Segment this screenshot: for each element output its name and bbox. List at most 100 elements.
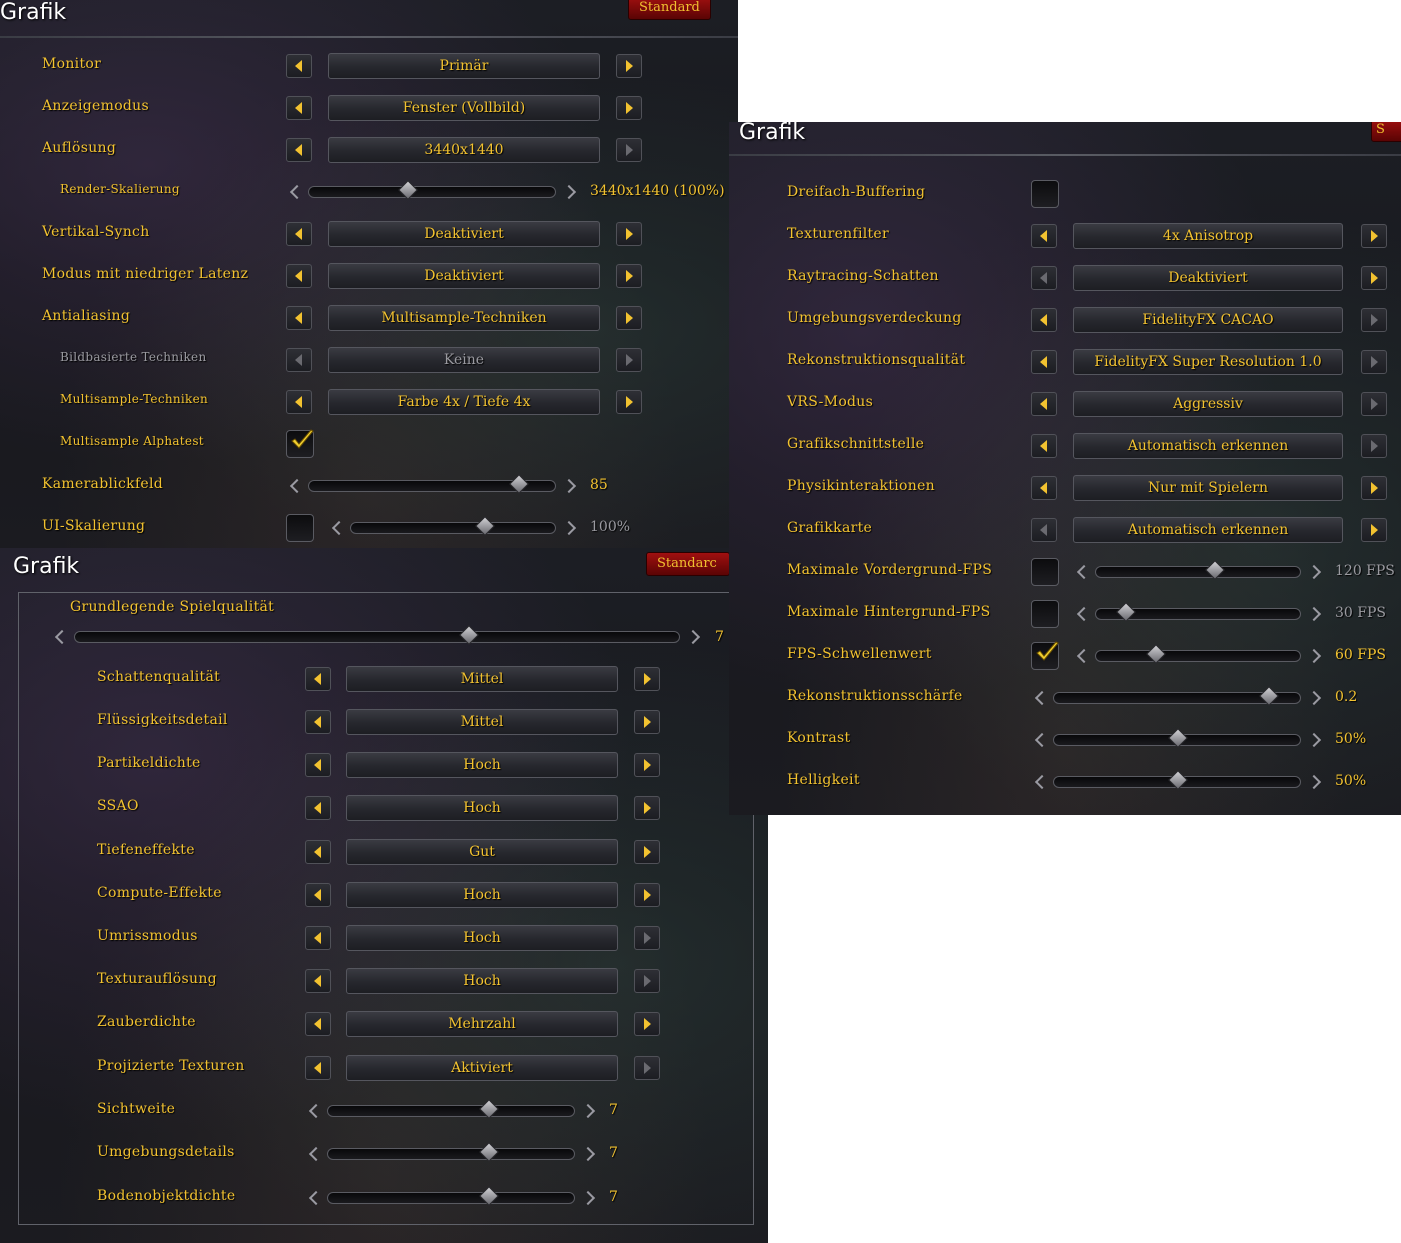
dropdown-anzeigemodus[interactable]: Fenster (Vollbild) <box>328 95 600 121</box>
checkbox-maximale-hintergrund-fps[interactable] <box>1031 600 1059 628</box>
dropdown-modus-mit-niedriger-latenz[interactable]: Deaktiviert <box>328 263 600 289</box>
arrow-right-button[interactable] <box>634 667 660 691</box>
arrow-right-button[interactable] <box>616 54 642 78</box>
arrow-left-button[interactable] <box>286 222 312 246</box>
dropdown-vertikal-synch[interactable]: Deaktiviert <box>328 221 600 247</box>
slider-maximale-vordergrund-fps[interactable] <box>1095 560 1301 580</box>
arrow-left-button[interactable] <box>286 54 312 78</box>
chevron-left-icon[interactable] <box>1034 732 1050 748</box>
arrow-right-button[interactable] <box>616 306 642 330</box>
chevron-left-icon[interactable] <box>1076 648 1092 664</box>
arrow-right-button[interactable] <box>616 390 642 414</box>
quality-slider[interactable] <box>74 625 680 645</box>
arrow-left-button[interactable] <box>1031 308 1057 332</box>
arrow-right-button[interactable] <box>1361 476 1387 500</box>
slider-fps-schwellenwert[interactable] <box>1095 644 1301 664</box>
chevron-left-icon[interactable] <box>289 478 305 494</box>
arrow-right-button[interactable] <box>634 710 660 734</box>
dropdown-grafikkarte[interactable]: Automatisch erkennen <box>1073 517 1343 543</box>
dropdown-texturenfilter[interactable]: 4x Anisotrop <box>1073 223 1343 249</box>
slider-bodenobjektdichte[interactable] <box>327 1186 575 1206</box>
arrow-right-button[interactable] <box>1361 518 1387 542</box>
dropdown-grafikschnittstelle[interactable]: Automatisch erkennen <box>1073 433 1343 459</box>
arrow-right-button[interactable] <box>1361 224 1387 248</box>
chevron-left-icon[interactable] <box>331 520 347 536</box>
arrow-left-button[interactable] <box>286 138 312 162</box>
arrow-right-button[interactable] <box>634 840 660 864</box>
dropdown-ssao[interactable]: Hoch <box>346 795 618 821</box>
arrow-left-button[interactable] <box>305 840 331 864</box>
dropdown-texturaufloesung[interactable]: Hoch <box>346 968 618 994</box>
chevron-left-icon[interactable] <box>308 1146 324 1162</box>
slider-thumb[interactable] <box>1146 644 1167 664</box>
arrow-left-button[interactable] <box>286 390 312 414</box>
chevron-right-icon[interactable] <box>1306 564 1322 580</box>
slider-umgebungsdetails[interactable] <box>327 1142 575 1162</box>
arrow-right-button[interactable] <box>1361 350 1387 374</box>
chevron-right-icon[interactable] <box>580 1103 596 1119</box>
chevron-left-icon[interactable] <box>308 1190 324 1206</box>
slider-thumb[interactable] <box>478 1186 499 1206</box>
arrow-right-button[interactable] <box>616 96 642 120</box>
arrow-left-button[interactable] <box>305 926 331 950</box>
arrow-right-button[interactable] <box>1361 434 1387 458</box>
dropdown-vrs-modus[interactable]: Aggressiv <box>1073 391 1343 417</box>
chevron-right-icon[interactable] <box>1306 690 1322 706</box>
defaults-button[interactable]: S <box>1371 122 1401 142</box>
dropdown-multisample-techniken[interactable]: Farbe 4x / Tiefe 4x <box>328 389 600 415</box>
dropdown-antialiasing[interactable]: Multisample-Techniken <box>328 305 600 331</box>
arrow-right-button[interactable] <box>634 926 660 950</box>
arrow-left-button[interactable] <box>286 348 312 372</box>
arrow-left-button[interactable] <box>305 1012 331 1036</box>
arrow-right-button[interactable] <box>1361 308 1387 332</box>
arrow-right-button[interactable] <box>1361 266 1387 290</box>
arrow-right-button[interactable] <box>634 969 660 993</box>
dropdown-tiefeneffekte[interactable]: Gut <box>346 839 618 865</box>
chevron-right-icon[interactable] <box>1306 732 1322 748</box>
chevron-right-icon[interactable] <box>561 520 577 536</box>
arrow-right-button[interactable] <box>634 796 660 820</box>
checkbox-maximale-vordergrund-fps[interactable] <box>1031 558 1059 586</box>
chevron-right-icon[interactable] <box>1306 774 1322 790</box>
chevron-right-icon[interactable] <box>1306 606 1322 622</box>
checkbox-ui-skalierung[interactable] <box>286 514 314 542</box>
arrow-left-button[interactable] <box>286 306 312 330</box>
chevron-left-icon[interactable] <box>1076 564 1092 580</box>
arrow-left-button[interactable] <box>305 969 331 993</box>
slider-thumb[interactable] <box>478 1099 499 1119</box>
arrow-left-button[interactable] <box>286 264 312 288</box>
checkbox-fps-schwellenwert[interactable] <box>1031 641 1059 670</box>
chevron-right-icon[interactable] <box>1306 648 1322 664</box>
chevron-left-icon[interactable] <box>1076 606 1092 622</box>
slider-ui-skalierung[interactable] <box>350 516 556 536</box>
dropdown-umgebungsverdeckung[interactable]: FidelityFX CACAO <box>1073 307 1343 333</box>
slider-kamerablickfeld[interactable] <box>308 474 556 494</box>
arrow-left-button[interactable] <box>1031 350 1057 374</box>
dropdown-bildbasierte-techniken[interactable]: Keine <box>328 347 600 373</box>
slider-sichtweite[interactable] <box>327 1099 575 1119</box>
arrow-right-button[interactable] <box>634 753 660 777</box>
slider-maximale-hintergrund-fps[interactable] <box>1095 602 1301 622</box>
slider-thumb[interactable] <box>1259 686 1279 706</box>
arrow-left-button[interactable] <box>305 883 331 907</box>
chevron-right-icon[interactable] <box>561 478 577 494</box>
arrow-left-button[interactable] <box>1031 224 1057 248</box>
checkbox-multisample-alphatest[interactable] <box>286 429 314 458</box>
arrow-right-button[interactable] <box>616 138 642 162</box>
arrow-right-button[interactable] <box>616 348 642 372</box>
slider-thumb[interactable] <box>1168 770 1188 790</box>
arrow-left-button[interactable] <box>1031 476 1057 500</box>
checkbox-dreifach-buffering[interactable] <box>1031 180 1059 208</box>
arrow-right-button[interactable] <box>616 222 642 246</box>
arrow-left-button[interactable] <box>1031 392 1057 416</box>
slider-kontrast[interactable] <box>1053 728 1301 748</box>
dropdown-projizierte-texturen[interactable]: Aktiviert <box>346 1055 618 1081</box>
arrow-right-button[interactable] <box>1361 392 1387 416</box>
chevron-left-icon[interactable] <box>1034 774 1050 790</box>
chevron-right-icon[interactable] <box>580 1190 596 1206</box>
defaults-button[interactable]: Standarc <box>646 552 730 576</box>
slider-thumb[interactable] <box>509 474 529 494</box>
slider-thumb[interactable] <box>1115 602 1136 622</box>
arrow-left-button[interactable] <box>1031 518 1057 542</box>
dropdown-partikeldichte[interactable]: Hoch <box>346 752 618 778</box>
